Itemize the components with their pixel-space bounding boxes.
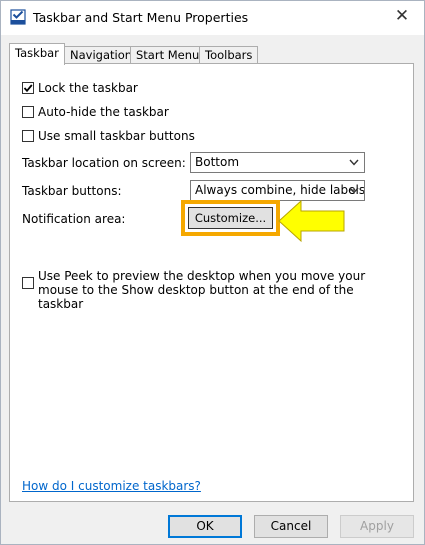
close-icon: ✕ (394, 6, 410, 26)
taskbar-buttons-select[interactable]: Always combine, hide labels (190, 180, 365, 201)
lock-taskbar-checkbox[interactable] (22, 82, 34, 94)
help-link[interactable]: How do I customize taskbars? (22, 479, 201, 493)
auto-hide-checkbox[interactable] (22, 106, 34, 118)
taskbar-location-value: Bottom (195, 155, 240, 169)
lock-taskbar-label: Lock the taskbar (38, 81, 138, 95)
auto-hide-label: Auto-hide the taskbar (38, 105, 169, 119)
pointer-arrow-icon (278, 199, 345, 243)
checkmark-icon (23, 84, 33, 93)
chevron-down-icon (349, 187, 359, 194)
tab-start-menu[interactable]: Start Menu (130, 46, 206, 64)
tab-taskbar[interactable]: Taskbar (9, 43, 65, 65)
small-buttons-label: Use small taskbar buttons (38, 129, 195, 143)
taskbar-tab-panel: Lock the taskbar Auto-hide the taskbar U… (9, 63, 414, 502)
taskbar-buttons-value: Always combine, hide labels (195, 183, 365, 197)
small-buttons-checkbox[interactable] (22, 130, 34, 142)
title-bar: Taskbar and Start Menu Properties ✕ (1, 1, 424, 35)
taskbar-properties-icon (10, 9, 26, 25)
notification-area-label: Notification area: (22, 212, 126, 226)
peek-option[interactable]: Use Peek to preview the desktop when you… (22, 269, 398, 311)
chevron-down-icon (349, 159, 359, 166)
ok-button[interactable]: OK (168, 515, 242, 538)
taskbar-buttons-label: Taskbar buttons: (22, 184, 122, 198)
customize-button[interactable]: Customize... (188, 207, 273, 229)
window-title: Taskbar and Start Menu Properties (33, 10, 249, 25)
peek-label: Use Peek to preview the desktop when you… (38, 269, 366, 311)
taskbar-location-select[interactable]: Bottom (190, 152, 365, 173)
apply-button[interactable]: Apply (340, 515, 414, 538)
tab-navigation[interactable]: Navigation (64, 46, 139, 64)
lock-taskbar-option[interactable]: Lock the taskbar (22, 81, 138, 95)
close-button[interactable]: ✕ (380, 1, 424, 31)
auto-hide-option[interactable]: Auto-hide the taskbar (22, 105, 169, 119)
cancel-button[interactable]: Cancel (254, 515, 328, 538)
location-label: Taskbar location on screen: (22, 156, 186, 170)
tab-toolbars[interactable]: Toolbars (199, 46, 259, 64)
small-buttons-option[interactable]: Use small taskbar buttons (22, 129, 195, 143)
properties-dialog: Taskbar and Start Menu Properties ✕ Task… (0, 0, 425, 545)
peek-checkbox[interactable] (22, 277, 34, 289)
